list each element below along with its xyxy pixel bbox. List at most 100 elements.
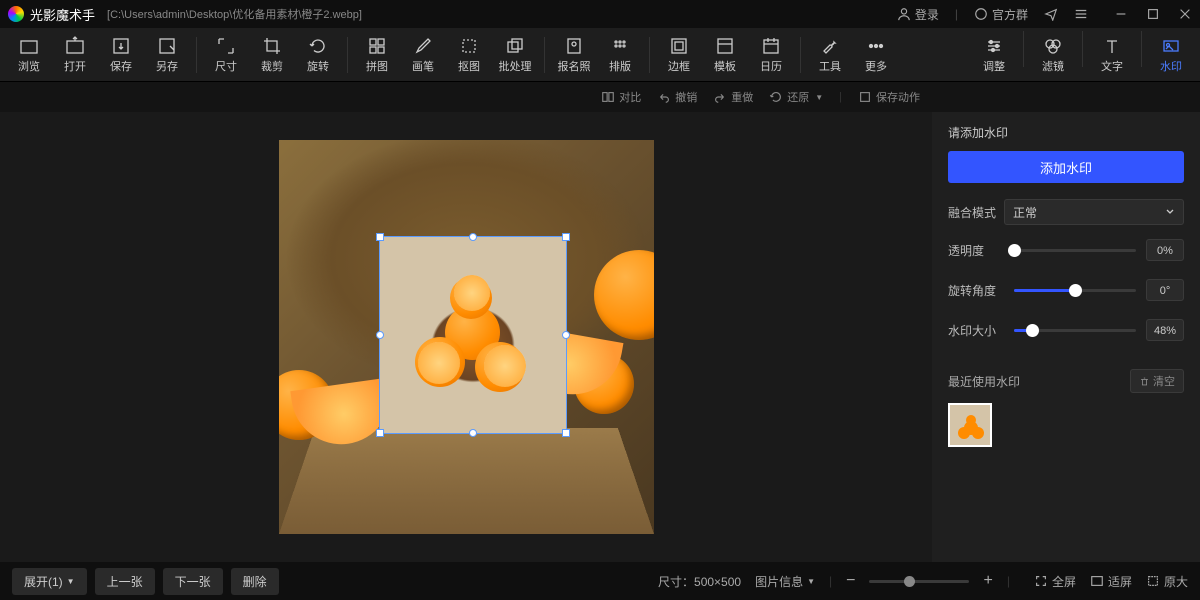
login-button[interactable]: 登录 (897, 6, 939, 23)
fit-button[interactable]: 适屏 (1090, 573, 1132, 590)
maximize-icon[interactable] (1146, 7, 1160, 21)
save-as-icon (157, 36, 177, 56)
text-tab[interactable]: 文字 (1093, 31, 1131, 79)
share-icon[interactable] (1044, 7, 1058, 21)
sidebar: 请添加水印 添加水印 融合模式 正常 透明度 0% 旋转角度 (932, 112, 1200, 562)
close-icon[interactable] (1178, 7, 1192, 21)
zoom-out-button[interactable]: − (846, 572, 855, 590)
text-icon (1102, 36, 1122, 56)
collage-button[interactable]: 拼图 (358, 31, 396, 79)
watermark-selection[interactable] (379, 236, 567, 434)
compare-button[interactable]: 对比 (601, 89, 641, 105)
resize-handle-ml[interactable] (376, 331, 384, 339)
file-path: [C:\Users\admin\Desktop\优化备用素材\橙子2.webp] (107, 6, 362, 22)
zoom-thumb[interactable] (904, 576, 915, 587)
save-button[interactable]: 保存 (102, 31, 140, 79)
recent-watermark-thumb[interactable] (948, 403, 992, 447)
fullscreen-icon (1034, 574, 1048, 588)
add-watermark-button[interactable]: 添加水印 (948, 151, 1184, 183)
resize-handle-br[interactable] (562, 429, 570, 437)
browse-button[interactable]: 浏览 (10, 31, 48, 79)
next-button[interactable]: 下一张 (163, 568, 223, 595)
resize-handle-tm[interactable] (469, 233, 477, 241)
redo-button[interactable]: 重做 (713, 89, 753, 105)
filter-icon (1043, 36, 1063, 56)
prev-button[interactable]: 上一张 (95, 568, 155, 595)
opacity-slider[interactable] (1014, 249, 1136, 252)
opacity-thumb[interactable] (1008, 244, 1021, 257)
resize-handle-tl[interactable] (376, 233, 384, 241)
tools-button[interactable]: 工具 (811, 31, 849, 79)
brush-icon (413, 36, 433, 56)
watermark-icon (1161, 36, 1181, 56)
rotation-thumb[interactable] (1069, 284, 1082, 297)
open-button[interactable]: 打开 (56, 31, 94, 79)
frame-icon (669, 36, 689, 56)
size-value[interactable]: 48% (1146, 319, 1184, 341)
clear-button[interactable]: 清空 (1130, 369, 1184, 393)
restore-button[interactable]: 还原▼ (769, 89, 823, 105)
watermark-tab[interactable]: 水印 (1152, 31, 1190, 79)
blend-mode-select[interactable]: 正常 (1004, 199, 1184, 225)
chat-icon (974, 7, 988, 21)
opacity-value[interactable]: 0% (1146, 239, 1184, 261)
more-button[interactable]: 更多 (857, 31, 895, 79)
app-name: 光影魔术手 (30, 5, 95, 24)
calendar-button[interactable]: 日历 (752, 31, 790, 79)
wrench-icon (820, 36, 840, 56)
app-logo-icon (8, 6, 24, 22)
grid-icon (367, 36, 387, 56)
original-size-button[interactable]: 原大 (1146, 573, 1188, 590)
layout-icon (610, 36, 630, 56)
rotate-icon (308, 36, 328, 56)
trash-icon (1139, 376, 1150, 387)
template-icon (715, 36, 735, 56)
delete-button[interactable]: 删除 (231, 568, 279, 595)
folder-icon (19, 36, 39, 56)
statusbar: 展开(1)▼ 上一张 下一张 删除 尺寸：500×500 图片信息▼ | − +… (0, 562, 1200, 600)
id-photo-button[interactable]: 报名照 (555, 31, 593, 79)
cutout-button[interactable]: 抠图 (450, 31, 488, 79)
sub-toolbar: 对比 撤销 重做 还原▼ | 保存动作 (0, 82, 1200, 112)
menu-icon[interactable] (1074, 7, 1088, 21)
blend-mode-label: 融合模式 (948, 204, 1004, 221)
zoom-slider[interactable] (869, 580, 969, 583)
fullscreen-button[interactable]: 全屏 (1034, 573, 1076, 590)
resize-handle-bl[interactable] (376, 429, 384, 437)
restore-icon (769, 90, 783, 104)
dims-value: 500×500 (694, 575, 741, 589)
more-icon (866, 36, 886, 56)
resize-handle-mr[interactable] (562, 331, 570, 339)
zoom-in-button[interactable]: + (983, 572, 992, 590)
official-group-button[interactable]: 官方群 (974, 6, 1028, 23)
batch-button[interactable]: 批处理 (496, 31, 534, 79)
layout-button[interactable]: 排版 (601, 31, 639, 79)
crop-button[interactable]: 裁剪 (253, 31, 291, 79)
frame-button[interactable]: 边框 (660, 31, 698, 79)
brush-button[interactable]: 画笔 (404, 31, 442, 79)
size-slider[interactable] (1014, 329, 1136, 332)
rotation-slider[interactable] (1014, 289, 1136, 292)
size-button[interactable]: 尺寸 (207, 31, 245, 79)
canvas-area[interactable] (0, 112, 932, 562)
rotate-button[interactable]: 旋转 (299, 31, 337, 79)
original-icon (1146, 574, 1160, 588)
id-photo-icon (564, 36, 584, 56)
sliders-icon (984, 36, 1004, 56)
minimize-icon[interactable] (1114, 7, 1128, 21)
undo-button[interactable]: 撤销 (657, 89, 697, 105)
size-label: 水印大小 (948, 322, 1004, 339)
size-thumb[interactable] (1026, 324, 1039, 337)
resize-handle-tr[interactable] (562, 233, 570, 241)
expand-button[interactable]: 展开(1)▼ (12, 568, 87, 595)
rotation-label: 旋转角度 (948, 282, 1004, 299)
save-action-button[interactable]: 保存动作 (858, 89, 920, 105)
save-as-button[interactable]: 另存 (148, 31, 186, 79)
template-button[interactable]: 模板 (706, 31, 744, 79)
image-info-button[interactable]: 图片信息▼ (755, 573, 815, 590)
resize-handle-bm[interactable] (469, 429, 477, 437)
filter-tab[interactable]: 滤镜 (1034, 31, 1072, 79)
cutout-icon (459, 36, 479, 56)
adjust-tab[interactable]: 调整 (975, 31, 1013, 79)
rotation-value[interactable]: 0° (1146, 279, 1184, 301)
